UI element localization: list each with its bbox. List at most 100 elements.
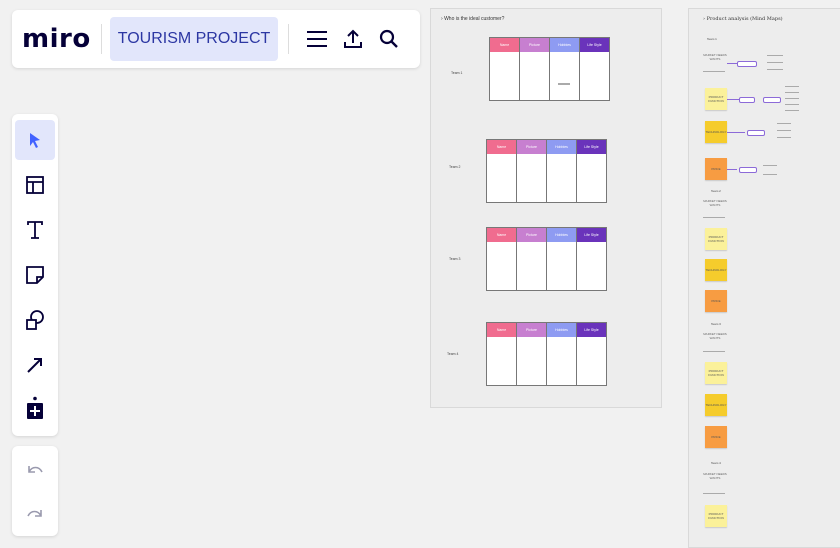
market-needs-text: MARKET NEEDS WANTS — [703, 472, 727, 480]
sticky-note[interactable]: PRICE — [705, 426, 727, 448]
board-name-button[interactable]: TOURISM PROJECT — [109, 17, 279, 61]
template-icon — [26, 176, 44, 194]
divider — [100, 24, 102, 54]
header-name: Name — [490, 38, 519, 52]
sticky-note[interactable]: PRODUCT FUNCTION — [705, 362, 727, 384]
sticky-note[interactable]: TECHNOLOGY — [705, 121, 727, 143]
header-hobbies: Hobbies — [547, 140, 576, 154]
customer-table[interactable]: Name Picture Hobbies Life Style — [486, 227, 607, 291]
search-icon[interactable] — [371, 21, 407, 57]
redo-icon — [27, 510, 42, 517]
team-label: Team 4 — [711, 461, 721, 465]
customer-table[interactable]: Name Picture Hobbies Life Style — [486, 139, 607, 203]
undo-button[interactable] — [15, 450, 55, 490]
mindmap-leaf — [767, 69, 783, 70]
sticky-note[interactable]: PRICE — [705, 290, 727, 312]
market-needs-text: MARKET NEEDS WANTS — [703, 53, 727, 61]
mindmap-leaf — [785, 86, 799, 87]
creation-toolbar — [12, 114, 58, 436]
sticky-note-tool[interactable] — [15, 255, 55, 295]
text-tool[interactable] — [15, 210, 55, 250]
mindmap-leaf — [767, 62, 783, 63]
mindmap-leaf — [767, 55, 783, 56]
cursor-icon — [30, 133, 40, 148]
customer-table[interactable]: Name Picture Hobbies Life Style — [486, 322, 607, 386]
placeholder-line — [558, 83, 570, 85]
mindmap-node[interactable] — [763, 97, 781, 103]
table-column: Hobbies — [547, 322, 577, 386]
header-hobbies: Hobbies — [547, 228, 576, 242]
underline — [703, 217, 725, 218]
connector-tool[interactable] — [15, 345, 55, 385]
mindmap-leaf — [763, 174, 777, 175]
redo-button[interactable] — [15, 494, 55, 534]
sticky-note[interactable]: PRODUCT FUNCTION — [705, 505, 727, 527]
mindmap-node[interactable] — [739, 167, 757, 173]
sticky-note[interactable]: PRODUCT FUNCTION — [705, 228, 727, 250]
sticky-note-icon — [26, 266, 44, 284]
team-label: Team 2 — [711, 189, 721, 193]
frame-mind-maps[interactable]: › Product analysis (Mind Maps) Team 1 MA… — [688, 8, 840, 548]
sticky-note[interactable]: PRODUCT FUNCTION — [705, 88, 727, 110]
shapes-tool[interactable] — [15, 300, 55, 340]
mindmap-node[interactable] — [747, 130, 765, 136]
header-picture: Picture — [517, 228, 546, 242]
upload-icon[interactable] — [335, 21, 371, 57]
table-column: Picture — [517, 139, 547, 203]
mindmap-leaf — [785, 104, 799, 105]
templates-tool[interactable] — [15, 165, 55, 205]
connector-line — [727, 63, 737, 64]
team-label: Team 3 — [711, 322, 721, 326]
underline — [703, 493, 725, 494]
mindmap-node[interactable] — [739, 97, 755, 103]
team-label: Team 2 — [449, 165, 461, 169]
table-column: Life Style — [577, 139, 607, 203]
header-name: Name — [487, 140, 516, 154]
connector-line — [727, 132, 745, 133]
table-column: Picture — [517, 227, 547, 291]
text-icon — [27, 221, 43, 239]
underline — [703, 71, 725, 72]
table-column: Name — [486, 322, 517, 386]
sticky-note[interactable]: TECHNOLOGY — [705, 394, 727, 416]
menu-icon[interactable] — [299, 21, 335, 57]
table-column: Life Style — [580, 37, 610, 101]
market-needs-text: MARKET NEEDS WANTS — [703, 332, 727, 340]
sticky-note[interactable]: TECHNOLOGY — [705, 259, 727, 281]
table-column: Picture — [517, 322, 547, 386]
arrow-icon — [27, 358, 42, 373]
frame-title: › Product analysis (Mind Maps) — [703, 16, 783, 22]
header-lifestyle: Life Style — [577, 323, 606, 337]
table-column: Hobbies — [547, 139, 577, 203]
undo-icon — [28, 466, 43, 473]
undo-redo-bar — [12, 446, 58, 536]
team-label: Team 1 — [707, 37, 717, 41]
header-lifestyle: Life Style — [577, 140, 606, 154]
header-hobbies: Hobbies — [547, 323, 576, 337]
customer-table[interactable]: Name Picture Hobbies Life Style — [489, 37, 610, 101]
select-tool[interactable] — [15, 120, 55, 160]
header-picture: Picture — [517, 140, 546, 154]
frame-title-text: Product analysis (Mind Maps) — [706, 16, 783, 22]
connector-line — [727, 169, 737, 170]
mindmap-leaf — [777, 123, 791, 124]
team-label: Team 1 — [451, 71, 463, 75]
table-column: Name — [489, 37, 520, 101]
header-lifestyle: Life Style — [580, 38, 609, 52]
mindmap-leaf — [777, 130, 791, 131]
sticky-note[interactable]: PRICE — [705, 158, 727, 180]
header-picture: Picture — [520, 38, 549, 52]
shapes-icon — [26, 310, 44, 330]
frame-ideal-customer[interactable]: › Who is the ideal customer? Team 1 Name… — [430, 8, 662, 408]
mindmap-leaf — [777, 137, 791, 138]
mindmap-leaf — [763, 165, 777, 166]
mindmap-leaf — [785, 110, 799, 111]
frame-title-text: Who is the ideal customer? — [444, 16, 505, 22]
mindmap-leaf — [785, 92, 799, 93]
header-name: Name — [487, 228, 516, 242]
table-column: Hobbies — [547, 227, 577, 291]
table-column: Picture — [520, 37, 550, 101]
add-apps-tool[interactable] — [15, 388, 55, 428]
mindmap-node[interactable] — [737, 61, 757, 67]
miro-logo: miro — [22, 24, 91, 54]
